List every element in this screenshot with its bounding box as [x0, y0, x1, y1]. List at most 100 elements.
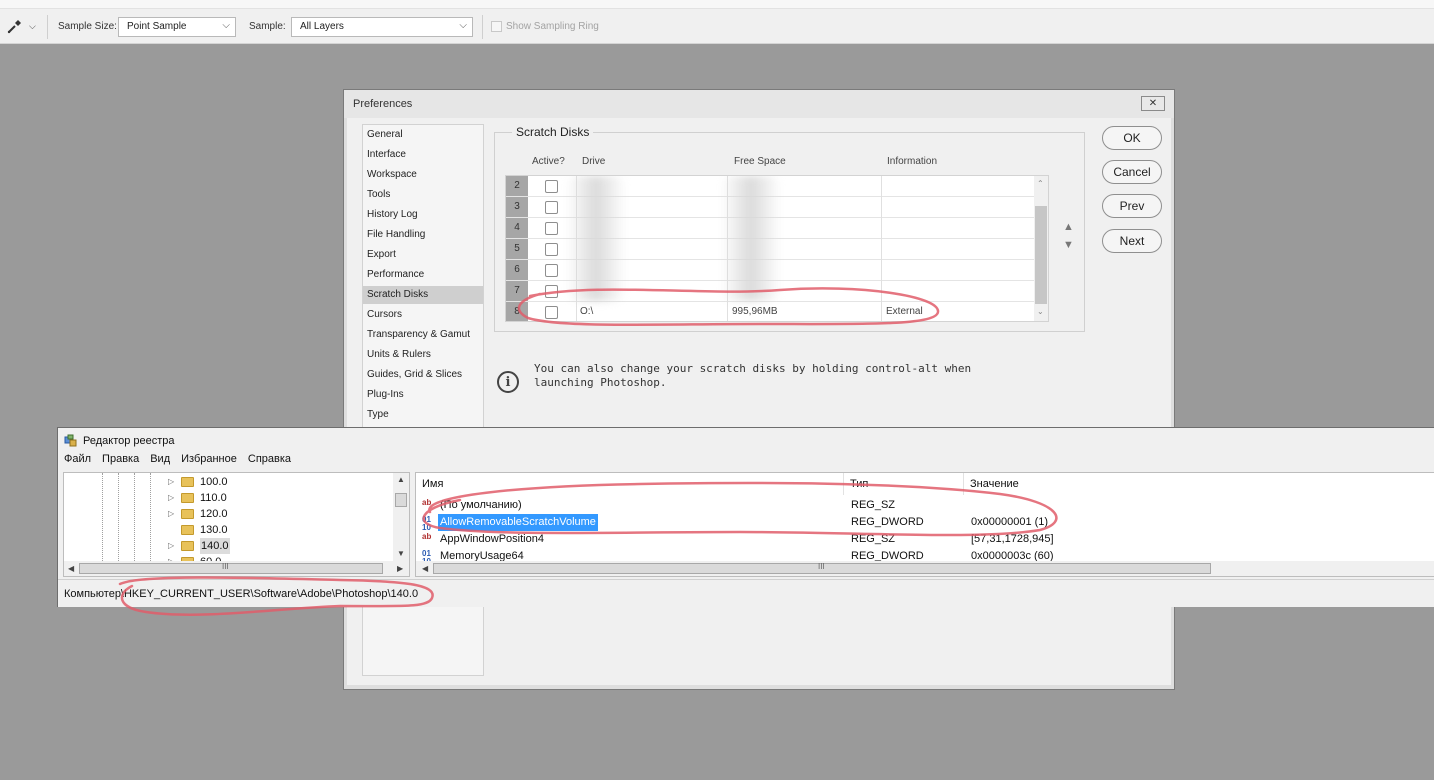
scroll-thumb[interactable]: [395, 493, 407, 507]
tree-horizontal-scrollbar[interactable]: ◀ III ▶: [64, 561, 409, 576]
sample-size-select[interactable]: Point Sample ⌵: [118, 17, 236, 37]
menu-item[interactable]: Правка: [102, 453, 139, 465]
folder-icon: [181, 509, 194, 519]
column-divider: [881, 176, 882, 321]
scroll-grip: III: [818, 562, 825, 571]
active-checkbox[interactable]: [545, 243, 558, 256]
dialog-titlebar[interactable]: Preferences ✕: [344, 90, 1174, 118]
scroll-up-icon[interactable]: ▲: [397, 475, 405, 484]
nav-item-type[interactable]: Type: [363, 406, 483, 424]
sample-select[interactable]: All Layers ⌵: [291, 17, 473, 37]
active-checkbox[interactable]: [545, 306, 558, 319]
tree-node-label: 100.0: [200, 476, 228, 488]
nav-item-units-rulers[interactable]: Units & Rulers: [363, 346, 483, 364]
folder-icon: [181, 541, 194, 551]
scroll-thumb[interactable]: III: [433, 562, 1211, 574]
expand-arrow-icon[interactable]: ▷: [168, 490, 174, 506]
nav-item-performance[interactable]: Performance: [363, 266, 483, 284]
nav-item-workspace[interactable]: Workspace: [363, 166, 483, 184]
scroll-up-icon[interactable]: ⌃: [1037, 179, 1044, 188]
status-bar: Компьютер\HKEY_CURRENT_USER\Software\Ado…: [58, 579, 1434, 607]
prev-button[interactable]: Prev: [1102, 194, 1162, 218]
menu-item[interactable]: Файл: [64, 453, 91, 465]
registry-tree: ▷60.0▷140.0130.0▷120.0▷110.0▷100.0 ▲ ▼ ◀…: [63, 472, 410, 577]
row-number: 7: [506, 281, 528, 301]
column-header-type[interactable]: Тип: [844, 473, 964, 495]
tree-guide-line: [150, 473, 152, 563]
menu-item[interactable]: Вид: [150, 453, 170, 465]
cancel-button[interactable]: Cancel: [1102, 160, 1162, 184]
chevron-down-icon[interactable]: ⌵: [29, 21, 36, 32]
expand-arrow-icon[interactable]: ▷: [168, 506, 174, 522]
folder-icon: [181, 525, 194, 535]
value-type: REG_SZ: [851, 499, 896, 511]
redacted-free-space-area: [721, 176, 781, 301]
options-bar: ⌵ Sample Size: Point Sample ⌵ Sample: Al…: [0, 0, 1434, 44]
redacted-drive-area: [566, 176, 626, 301]
registry-value-row[interactable]: 01 10 AllowRemovableScratchVolume REG_DWORD…: [416, 514, 1434, 532]
info-text: You can also change your scratch disks b…: [534, 362, 972, 389]
nav-item-export[interactable]: Export: [363, 246, 483, 264]
nav-item-general[interactable]: General: [363, 126, 483, 144]
active-checkbox[interactable]: [545, 201, 558, 214]
separator: [47, 15, 48, 39]
show-sampling-ring-checkbox[interactable]: [491, 21, 502, 32]
registry-value-row[interactable]: ab (По умолчанию) REG_SZ: [416, 497, 1434, 514]
ok-button[interactable]: OK: [1102, 126, 1162, 150]
registry-editor-icon: [64, 434, 77, 447]
folder-icon: [181, 493, 194, 503]
registry-path: Компьютер\HKEY_CURRENT_USER\Software\Ado…: [64, 588, 419, 600]
scroll-left-icon[interactable]: ◀: [422, 564, 428, 573]
scroll-down-icon[interactable]: ▼: [397, 549, 405, 558]
scroll-thumb[interactable]: III: [79, 562, 383, 574]
scroll-thumb[interactable]: [1035, 206, 1047, 304]
expand-arrow-icon[interactable]: ▷: [168, 538, 174, 554]
row-number: 2: [506, 176, 528, 196]
free-space-cell: 995,96MB: [732, 306, 778, 317]
nav-item-scratch-disks[interactable]: Scratch Disks: [363, 286, 483, 304]
information-cell: External: [886, 306, 923, 317]
nav-item-guides-grid-slices[interactable]: Guides, Grid & Slices: [363, 366, 483, 384]
table-row[interactable]: 8 O:\ 995,96MB External: [506, 302, 1034, 321]
menu-item[interactable]: Избранное: [181, 453, 237, 465]
nav-item-plug-ins[interactable]: Plug-Ins: [363, 386, 483, 404]
folder-icon: [181, 477, 194, 487]
scratch-disks-scrollbar[interactable]: ⌃ ⌄: [1034, 176, 1048, 321]
sample-value: All Layers: [300, 21, 344, 32]
move-down-icon[interactable]: ▼: [1063, 239, 1074, 251]
active-checkbox[interactable]: [545, 285, 558, 298]
move-up-icon[interactable]: ▲: [1063, 221, 1074, 233]
value-name: (По умолчанию): [440, 499, 522, 511]
nav-item-file-handling[interactable]: File Handling: [363, 226, 483, 244]
active-checkbox[interactable]: [545, 264, 558, 277]
tree-node-label: 130.0: [200, 524, 228, 536]
tree-node-label: 120.0: [200, 508, 228, 520]
column-header-name[interactable]: Имя: [416, 473, 844, 495]
string-value-icon: ab: [422, 532, 432, 541]
nav-item-cursors[interactable]: Cursors: [363, 306, 483, 324]
column-header-data[interactable]: Значение: [964, 473, 1434, 495]
nav-item-tools[interactable]: Tools: [363, 186, 483, 204]
registry-value-row[interactable]: ab AppWindowPosition4 REG_SZ [57,31,1728,94…: [416, 531, 1434, 548]
expand-arrow-icon[interactable]: ▷: [168, 474, 174, 490]
scroll-down-icon[interactable]: ⌄: [1037, 307, 1044, 316]
scroll-left-icon[interactable]: ◀: [68, 564, 74, 573]
string-value-icon: ab: [422, 498, 432, 507]
active-checkbox[interactable]: [545, 180, 558, 193]
value-name: AllowRemovableScratchVolume: [438, 514, 598, 531]
next-button[interactable]: Next: [1102, 229, 1162, 253]
info-icon: i: [497, 371, 519, 393]
eyedropper-icon[interactable]: [6, 17, 24, 35]
menu-item[interactable]: Справка: [248, 453, 291, 465]
scroll-right-icon[interactable]: ▶: [397, 564, 403, 573]
tree-guide-line: [118, 473, 120, 563]
nav-item-interface[interactable]: Interface: [363, 146, 483, 164]
nav-item-transparency-gamut[interactable]: Transparency & Gamut: [363, 326, 483, 344]
tree-vertical-scrollbar[interactable]: ▲ ▼: [393, 473, 409, 561]
value-name: AppWindowPosition4: [440, 533, 544, 545]
close-button[interactable]: ✕: [1141, 96, 1165, 111]
list-horizontal-scrollbar[interactable]: ◀ III: [416, 561, 1434, 576]
nav-item-history-log[interactable]: History Log: [363, 206, 483, 224]
column-header-information: Information: [887, 156, 938, 167]
active-checkbox[interactable]: [545, 222, 558, 235]
